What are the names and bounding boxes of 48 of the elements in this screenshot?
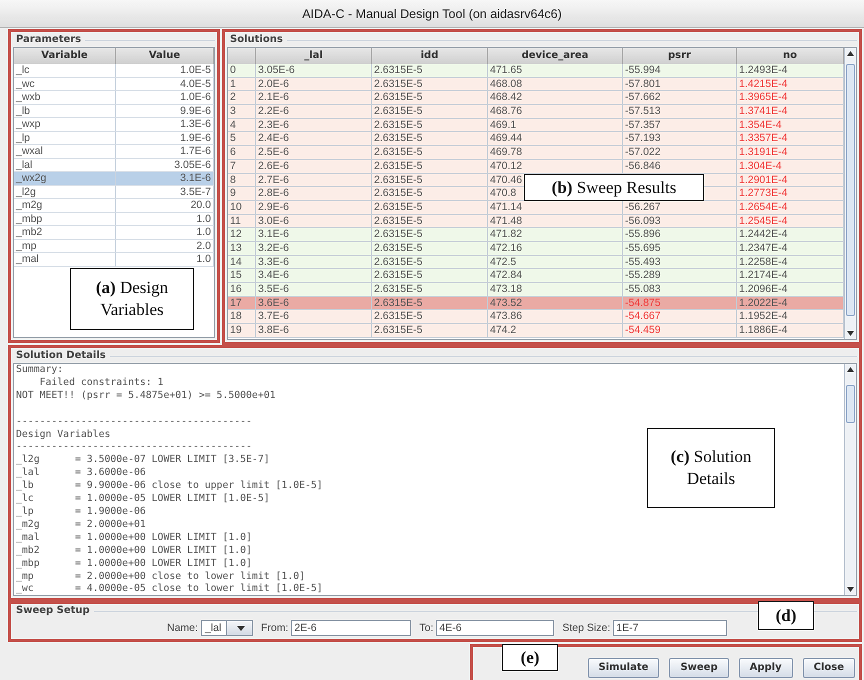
table-cell: -54.459: [623, 324, 737, 338]
table-cell: _wxal: [14, 145, 116, 158]
table-cell: 1.3E-6: [116, 118, 214, 132]
field-label: To:: [419, 622, 434, 634]
panel-title: Sweep Setup: [16, 604, 90, 618]
table-cell: 1.0E-5: [116, 64, 214, 78]
table-cell: 4.0E-5: [116, 78, 214, 91]
table-cell: 1.0E-6: [116, 91, 214, 104]
table-cell: _wc: [14, 78, 116, 91]
table-cell: _mb2: [14, 226, 116, 240]
table-cell: 2.0: [116, 240, 214, 253]
annotation-tooltip: (d): [758, 601, 814, 630]
table-cell: 1.0: [116, 212, 214, 226]
table-cell: 3.8E-6: [256, 324, 372, 338]
table-cell: _lp: [14, 132, 116, 145]
field-label: From:: [260, 622, 288, 634]
annotation-tooltip: (c) Solution Details: [647, 428, 775, 508]
field-label: Name:: [167, 622, 198, 634]
table-cell: _lb: [14, 104, 116, 118]
annotation-tooltip: (a) Design Variables: [70, 268, 194, 330]
table-cell: 1.0: [116, 226, 214, 240]
field-label: Step Size:: [562, 622, 610, 634]
details-text: Summary: Failed constraints: 1 NOT MEET!! (psrr = 5.4875e+01) >= 5.5000e+01 ---------------------------------------- Design Variables ---------------------------------------- _l2g = 3.5000e-07 LOWER LIMIT [3.5E-7] _lal = 3.6000e-06 _lb = 9.9000e-06 close to upper limit [1.0E-5] _lc = 1.0000e-05 LOWER LIMIT [1.0E-5] _lp = 1.9000e-06 _m2g = 2.0000e+01 _mal = 1.0000e+00 LOWER LIMIT [1.0] _mb2 = 1.0000e+00 LOWER LIMIT [1.0] _mbp = 1.0000e+00 LOWER LIMIT [1.0] _mp = 2.0000e+00 close to lower limit [1.0] _wc = 4.0000e-05 close to lower limit [1.0E-5]: [15, 364, 324, 595]
table-cell: _mp: [14, 240, 116, 253]
window-title: AIDA-C - Manual Design Tool (on aidasrv64c6): [302, 6, 562, 20]
table-cell: _l2g: [14, 186, 116, 199]
annotation-tooltip: (b) Sweep Results: [524, 174, 704, 201]
table-cell: 1.7E-6: [116, 145, 214, 158]
table-cell: _mbp: [14, 212, 116, 226]
panel-title: Parameters: [16, 33, 82, 47]
table-cell: 20.0: [116, 199, 214, 212]
table-cell: _wxb: [14, 91, 116, 104]
table-cell: _m2g: [14, 199, 116, 212]
table-cell: 3.5E-7: [116, 186, 214, 199]
table-cell: _wxp: [14, 118, 116, 132]
table-cell: 474.2: [488, 324, 623, 338]
row-number: 19: [228, 324, 256, 338]
table-cell: _mal: [14, 253, 116, 266]
table-cell: _lc: [14, 64, 116, 78]
annotation-tooltip: (e): [502, 644, 558, 671]
table-cell: 2.6315E-5: [372, 324, 488, 338]
table-cell: _wx2g: [14, 172, 116, 186]
table-cell: 3.1E-6: [116, 172, 214, 186]
panel-title: Solutions: [230, 33, 283, 47]
panel-title: Solution Details: [16, 349, 106, 363]
table-cell: 1.0: [116, 253, 214, 266]
table-cell: 1.9E-6: [116, 132, 214, 145]
table-cell: 9.9E-6: [116, 104, 214, 118]
